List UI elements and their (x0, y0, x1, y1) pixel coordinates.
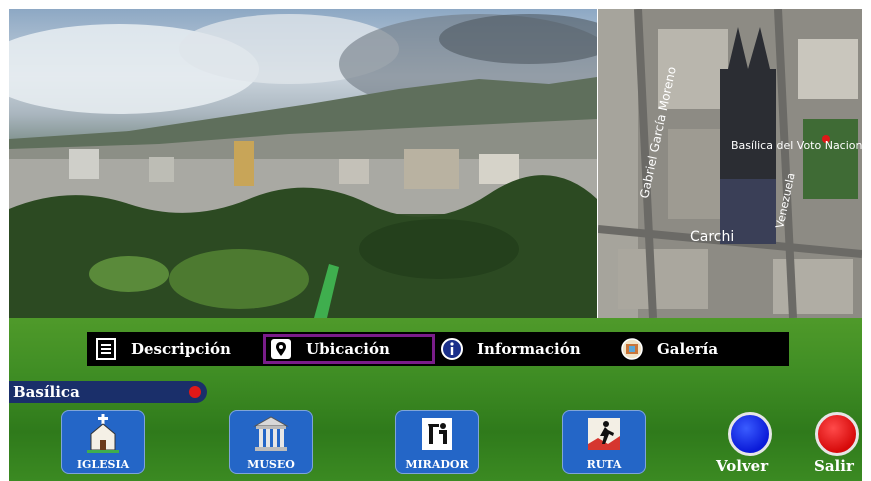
place-label: Basílica (13, 383, 80, 401)
museo-button[interactable]: MUSEO (229, 410, 313, 474)
map-scene: Gabriel García Moreno Basílica del Voto … (598, 9, 862, 318)
tab-galeria[interactable]: Galería (621, 332, 781, 366)
iglesia-label: IGLESIA (76, 458, 130, 471)
tab-descripcion[interactable]: Descripción (95, 332, 265, 366)
iglesia-button[interactable]: IGLESIA (61, 410, 145, 474)
museum-icon (253, 416, 289, 451)
ruta-label: RUTA (586, 458, 622, 471)
volver-button[interactable] (728, 412, 772, 456)
gallery-icon (621, 338, 643, 360)
building-label: Basílica del Voto Nacional (731, 139, 862, 152)
video-panorama[interactable] (9, 9, 597, 318)
document-icon (96, 338, 116, 360)
place-label-bar: Basílica (9, 381, 207, 403)
salir-label: Salir (814, 457, 854, 475)
satellite-map[interactable]: Gabriel García Moreno Basílica del Voto … (598, 9, 862, 318)
tab-ubicacion[interactable]: Ubicación (263, 334, 435, 364)
tab-galeria-label: Galería (657, 340, 719, 358)
panorama-scene (9, 14, 597, 318)
street-label-bottom: Carchi (690, 229, 734, 245)
status-dot (189, 386, 201, 398)
mirador-button[interactable]: MIRADOR (395, 410, 479, 474)
tab-informacion-label: Información (477, 340, 581, 358)
tab-descripcion-label: Descripción (131, 340, 231, 358)
volver-label: Volver (716, 457, 769, 475)
app-screen: Gabriel García Moreno Basílica del Voto … (0, 0, 871, 481)
route-icon (588, 418, 620, 450)
church-icon (87, 414, 119, 453)
ruta-button[interactable]: RUTA (562, 410, 646, 474)
section-menu-bar: Descripción Ubicación Información Galerí… (87, 332, 789, 366)
tab-ubicacion-label: Ubicación (306, 340, 390, 358)
tab-informacion[interactable]: Información (441, 332, 611, 366)
viewpoint-icon (422, 418, 452, 450)
museo-label: MUSEO (247, 458, 295, 471)
salir-button[interactable] (815, 412, 859, 456)
location-pin-icon (271, 339, 291, 359)
mirador-label: MIRADOR (405, 458, 469, 471)
info-icon (441, 338, 463, 360)
